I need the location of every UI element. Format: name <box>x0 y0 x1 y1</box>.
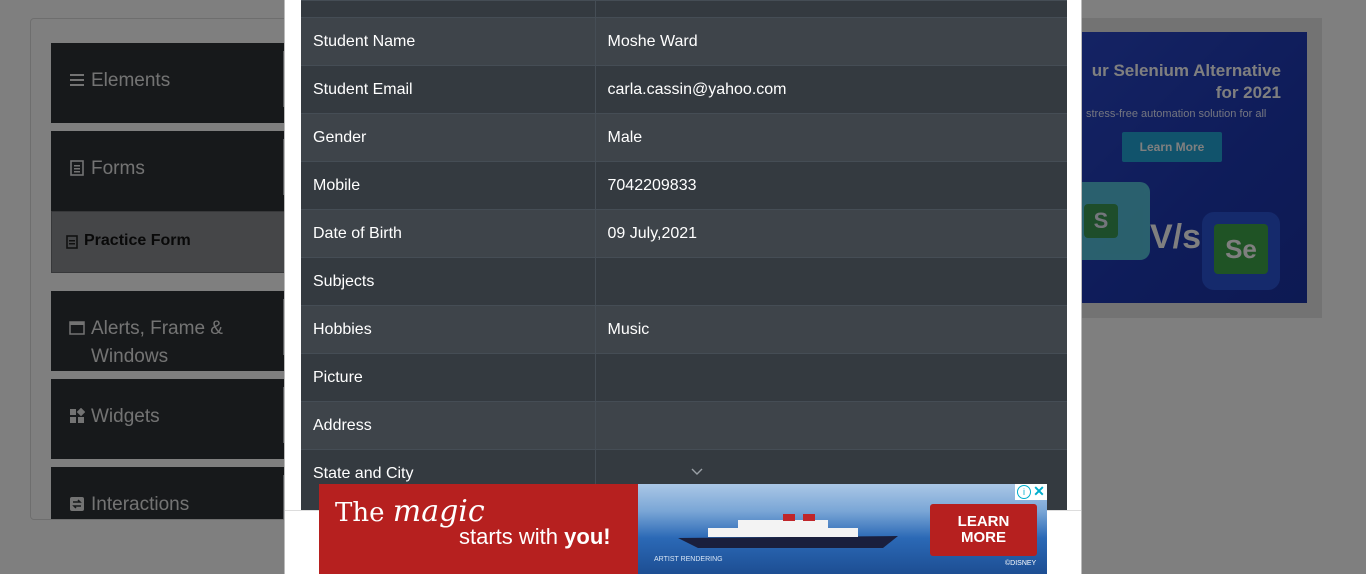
table-row: Gender Male <box>301 113 1067 162</box>
table-row: Address <box>301 401 1067 450</box>
table-row <box>301 0 1067 18</box>
chevron-down-icon <box>691 468 703 475</box>
ad-info-icon[interactable]: i <box>1017 485 1031 499</box>
ad-close-icon[interactable]: ✕ <box>1032 484 1046 498</box>
table-label: Student Email <box>301 65 596 114</box>
table-value: Moshe Ward <box>595 17 1067 66</box>
ad-text-you: you! <box>564 524 611 549</box>
table-label: Student Name <box>301 17 596 66</box>
table-value: Music <box>595 305 1067 354</box>
table-label: Picture <box>301 353 596 402</box>
table-row: Picture <box>301 353 1067 402</box>
results-table: Student Name Moshe Ward Student Email ca… <box>301 0 1067 498</box>
ad-fine-print: ARTIST RENDERING <box>654 556 723 563</box>
table-row: Date of Birth 09 July,2021 <box>301 209 1067 258</box>
table-value <box>595 257 1067 306</box>
table-label: Subjects <box>301 257 596 306</box>
table-value: 09 July,2021 <box>595 209 1067 258</box>
table-row: Hobbies Music <box>301 305 1067 354</box>
table-value <box>595 353 1067 402</box>
table-value: carla.cassin@yahoo.com <box>595 65 1067 114</box>
ad-learn-more-button[interactable]: LEARN MORE <box>930 504 1037 556</box>
table-label: Hobbies <box>301 305 596 354</box>
ad-controls: i ✕ <box>1015 484 1047 500</box>
cruise-ship-icon <box>678 514 898 548</box>
ad-red-panel: The magic starts with you! <box>319 484 638 574</box>
table-label: Mobile <box>301 161 596 210</box>
table-label: Gender <box>301 113 596 162</box>
table-value: 7042209833 <box>595 161 1067 210</box>
table-label: Address <box>301 401 596 450</box>
ad-brand: ©DISNEY <box>1005 560 1037 567</box>
table-row: Student Name Moshe Ward <box>301 17 1067 66</box>
table-row: Mobile 7042209833 <box>301 161 1067 210</box>
results-table-scroll[interactable]: Student Name Moshe Ward Student Email ca… <box>301 0 1067 510</box>
table-row: Subjects <box>301 257 1067 306</box>
ad-text: The <box>335 498 393 528</box>
table-value: Male <box>595 113 1067 162</box>
ad-text: starts with <box>459 524 565 549</box>
table-row: Student Email carla.cassin@yahoo.com <box>301 65 1067 114</box>
ad-banner-disney[interactable]: The magic starts with you! ARTIST RENDER… <box>319 484 1047 574</box>
table-value <box>595 401 1067 450</box>
table-label: Date of Birth <box>301 209 596 258</box>
